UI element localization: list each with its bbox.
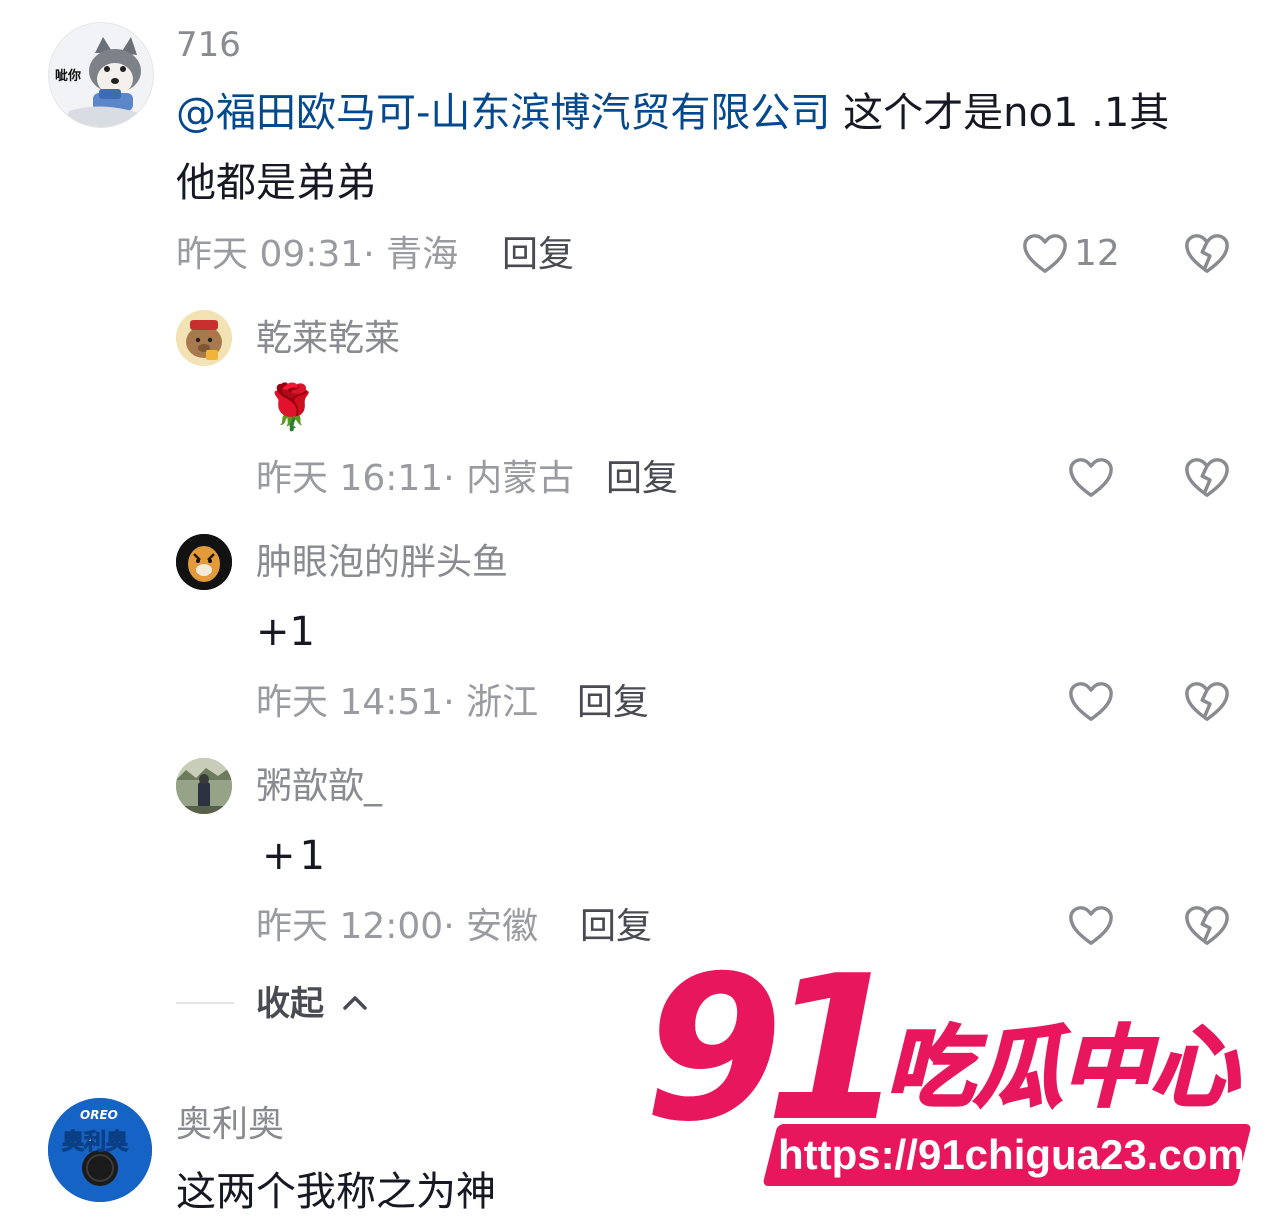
reply-3-meta: 昨天 12:00· 安徽 <box>256 906 539 947</box>
reply-2-username[interactable]: 肿眼泡的胖头鱼 <box>256 545 508 581</box>
capybara-avatar-image <box>176 310 232 366</box>
reply-2-time: 昨天 14:51 <box>256 682 444 723</box>
comment-meta: 昨天 09:31· 青海 <box>176 234 459 275</box>
reply-3-like-button[interactable] <box>1068 904 1114 948</box>
broken-heart-icon <box>1185 906 1229 945</box>
heart-outline-icon <box>1069 682 1113 721</box>
broken-heart-icon <box>1185 682 1229 721</box>
reply-1-content: 🌹 <box>264 382 319 433</box>
reply-1-like-button[interactable] <box>1068 456 1114 500</box>
oreo-caption-text: 奥利奥 <box>61 1130 129 1156</box>
like-button[interactable]: 12 <box>1022 232 1120 276</box>
tiger-avatar-image <box>176 534 232 590</box>
reply-1-reply-button[interactable]: 回复 <box>606 461 678 497</box>
heart-outline-icon <box>1069 458 1113 497</box>
watermark-url: https://91chigua23.com <box>778 1131 1245 1178</box>
dislike-button[interactable] <box>1184 232 1230 280</box>
chevron-up-icon <box>343 996 367 1010</box>
next-comment-text: 这两个我称之为神 <box>176 1169 496 1215</box>
avatar-716[interactable]: 呲你 <box>48 22 154 128</box>
avatar-reply-3[interactable] <box>176 758 232 814</box>
reply-1-dislike-button[interactable] <box>1184 456 1230 504</box>
broken-heart-icon <box>1185 458 1229 497</box>
photo-avatar-image <box>176 758 232 814</box>
comment-location: 青海 <box>386 234 459 275</box>
comment-time: 昨天 09:31 <box>176 234 364 275</box>
next-comment-username[interactable]: 奥利奥 <box>176 1107 284 1143</box>
reply-2-reply-button[interactable]: 回复 <box>577 685 649 721</box>
like-count: 12 <box>1074 233 1120 274</box>
avatar-reply-1[interactable] <box>176 310 232 366</box>
avatar-reply-2[interactable] <box>176 534 232 590</box>
reply-2-like-button[interactable] <box>1068 680 1114 724</box>
comment-text-line1: 这个才是no1 .1其 <box>830 90 1170 136</box>
avatar-caption: 呲你 <box>55 69 82 84</box>
collapse-divider <box>176 1002 234 1004</box>
broken-heart-icon <box>1185 234 1229 273</box>
watermark-number: 91 <box>644 933 904 1166</box>
collapse-label: 收起 <box>256 984 324 1024</box>
reply-3-username[interactable]: 粥歆歆_ <box>256 769 382 805</box>
comment-username[interactable]: 716 <box>176 28 241 62</box>
reply-3-time: 昨天 12:00 <box>256 906 444 947</box>
reply-1-location: 内蒙古 <box>466 458 575 499</box>
reply-1-meta: 昨天 16:11· 内蒙古 <box>256 458 575 499</box>
oreo-brand-text: OREO <box>80 1108 118 1122</box>
reply-3-content: +1 <box>262 833 329 879</box>
reply-1-username[interactable]: 乾莱乾莱 <box>256 321 400 357</box>
mention-link[interactable]: @福田欧马可-山东滨博汽贸有限公司 <box>176 90 830 136</box>
reply-3-location: 安徽 <box>466 906 539 947</box>
comment-text: @福田欧马可-山东滨博汽贸有限公司 这个才是no1 .1其 他都是弟弟 <box>176 78 1256 218</box>
reply-3-reply-button[interactable]: 回复 <box>580 909 652 945</box>
reply-2-dislike-button[interactable] <box>1184 680 1230 728</box>
collapse-replies-button[interactable]: 收起 <box>256 987 368 1021</box>
avatar-oreo[interactable]: OREO 奥利奥 <box>48 1098 152 1202</box>
watermark-title: 吃瓜中心 <box>884 1016 1239 1119</box>
reply-3-dislike-button[interactable] <box>1184 904 1230 952</box>
heart-outline-icon <box>1069 906 1113 945</box>
heart-outline-icon <box>1023 234 1067 273</box>
reply-button[interactable]: 回复 <box>502 237 574 273</box>
comment-text-line2: 他都是弟弟 <box>176 160 376 206</box>
reply-2-content: +1 <box>256 609 315 655</box>
reply-2-meta: 昨天 14:51· 浙江 <box>256 682 539 723</box>
reply-2-location: 浙江 <box>466 682 539 723</box>
reply-1-time: 昨天 16:11 <box>256 458 444 499</box>
